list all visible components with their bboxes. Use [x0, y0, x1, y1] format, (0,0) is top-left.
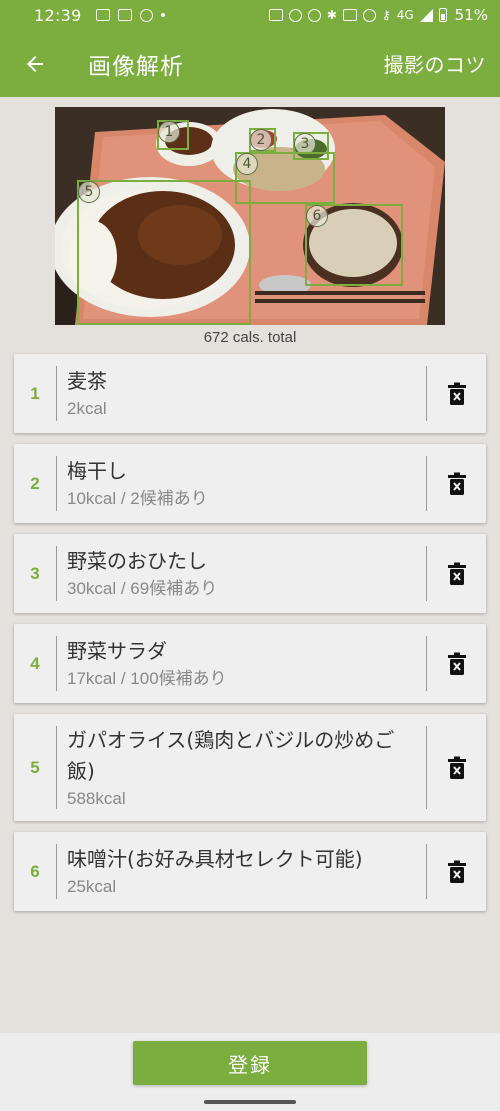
- detection-box-2[interactable]: 2: [249, 128, 276, 152]
- delete-button[interactable]: [427, 832, 486, 911]
- battery-icon: [438, 8, 447, 22]
- accessibility-icon: [139, 8, 153, 22]
- meal-photo: 1 2 3 4 5 6: [55, 107, 445, 325]
- food-item[interactable]: 4 野菜サラダ 17kcal / 100候補あり: [14, 624, 486, 703]
- food-index: 3: [30, 563, 40, 583]
- app-bar: 画像解析 撮影のコツ: [0, 30, 500, 97]
- alarm-icon: [288, 8, 302, 22]
- home-indicator[interactable]: [204, 1100, 296, 1104]
- food-calories: 10kcal / 2候補あり: [67, 489, 208, 508]
- food-name: ガパオライス(鶏肉とバジルの炒めご飯): [67, 727, 395, 783]
- food-index: 2: [30, 473, 40, 493]
- status-bar: 12:39 ✱ ⚷ 4G 51%: [0, 0, 500, 30]
- delete-button[interactable]: [427, 534, 486, 613]
- trash-icon: [447, 472, 466, 495]
- detection-marker: 6: [306, 205, 328, 227]
- delete-button[interactable]: [427, 714, 486, 821]
- food-info: 梅干し 10kcal / 2候補あり: [57, 456, 426, 511]
- register-button[interactable]: 登録: [133, 1041, 367, 1085]
- food-name: 麦茶: [67, 369, 107, 393]
- dnd-icon: [362, 8, 376, 22]
- delete-button[interactable]: [427, 354, 486, 433]
- bottom-bar: 登録: [0, 1033, 500, 1111]
- food-calories: 588kcal: [67, 788, 126, 808]
- total-calories: 672 cals. total: [203, 329, 297, 346]
- food-info: ガパオライス(鶏肉とバジルの炒めご飯) 588kcal: [57, 725, 426, 811]
- vpn-key-icon: ⚷: [381, 8, 391, 22]
- food-index: 4: [30, 653, 40, 673]
- delete-button[interactable]: [427, 624, 486, 703]
- food-info: 野菜のおひたし 30kcal / 69候補あり: [57, 546, 426, 601]
- food-index: 5: [30, 757, 40, 777]
- detection-marker: 1: [158, 121, 180, 143]
- nfc-icon: [268, 9, 283, 21]
- trash-icon: [447, 382, 466, 405]
- food-calories: 2kcal: [67, 399, 107, 418]
- status-time: 12:39: [34, 5, 82, 25]
- arrow-left-icon: [27, 55, 43, 72]
- food-index: 6: [30, 861, 40, 881]
- food-calories: 17kcal / 100候補あり: [67, 669, 227, 688]
- food-calories: 25kcal: [67, 877, 117, 896]
- discord-icon: [117, 9, 132, 21]
- food-item[interactable]: 5 ガパオライス(鶏肉とバジルの炒めご飯) 588kcal: [14, 714, 486, 821]
- discord-icon: [95, 9, 110, 21]
- vibrate-icon: [342, 9, 357, 21]
- signal-icon: [419, 8, 433, 22]
- food-info: 野菜サラダ 17kcal / 100候補あり: [57, 636, 426, 691]
- headset-icon: [307, 8, 321, 22]
- photo-tips-button[interactable]: 撮影のコツ: [384, 49, 487, 78]
- delete-button[interactable]: [427, 444, 486, 523]
- food-item[interactable]: 2 梅干し 10kcal / 2候補あり: [14, 444, 486, 523]
- bluetooth-icon: ✱: [326, 8, 337, 22]
- detection-marker: 4: [236, 153, 258, 175]
- food-name: 野菜サラダ: [67, 639, 167, 663]
- more-notifications-icon: [160, 13, 165, 17]
- detection-box-1[interactable]: 1: [157, 120, 189, 150]
- network-type: 4G: [396, 8, 414, 22]
- detection-box-5[interactable]: 5: [77, 180, 251, 325]
- food-item[interactable]: 1 麦茶 2kcal: [14, 354, 486, 433]
- battery-percent: 51%: [454, 6, 488, 24]
- trash-icon: [447, 562, 466, 585]
- food-item[interactable]: 3 野菜のおひたし 30kcal / 69候補あり: [14, 534, 486, 613]
- page-title: 画像解析: [88, 53, 184, 80]
- food-item[interactable]: 6 味噌汁(お好み具材セレクト可能) 25kcal: [14, 832, 486, 911]
- food-calories: 30kcal / 69候補あり: [67, 579, 218, 598]
- notification-icons: [95, 8, 165, 22]
- detection-box-6[interactable]: 6: [305, 204, 403, 286]
- trash-icon: [447, 860, 466, 883]
- trash-icon: [447, 652, 466, 675]
- detection-marker: 2: [250, 129, 272, 151]
- food-name: 野菜のおひたし: [67, 549, 207, 573]
- food-info: 味噌汁(お好み具材セレクト可能) 25kcal: [57, 844, 426, 899]
- food-info: 麦茶 2kcal: [57, 366, 426, 421]
- food-name: 梅干し: [67, 459, 127, 483]
- trash-icon: [447, 756, 466, 779]
- food-index: 1: [30, 383, 40, 403]
- system-icons: ✱ ⚷ 4G 51%: [268, 6, 488, 24]
- detection-marker: 5: [78, 181, 100, 203]
- back-button[interactable]: [0, 30, 70, 97]
- food-name: 味噌汁(お好み具材セレクト可能): [67, 847, 363, 871]
